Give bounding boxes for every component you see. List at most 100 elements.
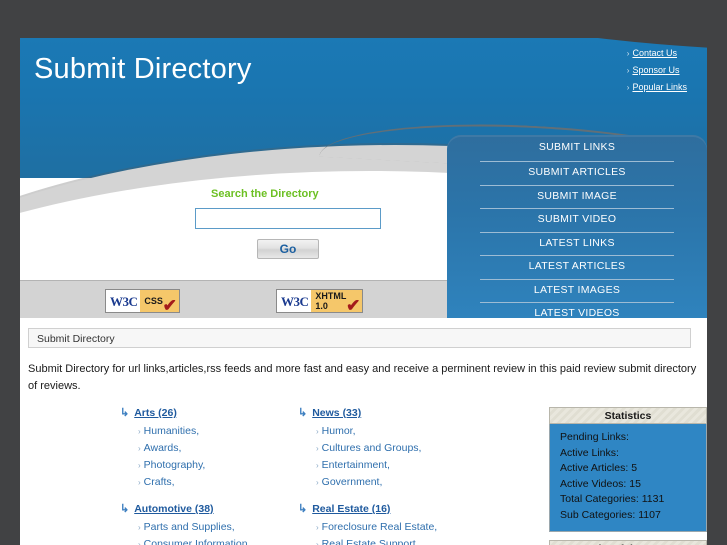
badge-spec-line1: XHTML bbox=[315, 291, 347, 301]
category-sub-label: Awards, bbox=[143, 442, 182, 454]
intro-paragraph: Submit Directory for url links,articles,… bbox=[28, 363, 697, 392]
site-header: Submit Directory › Contact Us › Sponsor Us… bbox=[20, 8, 707, 318]
menu-item-latest-links[interactable]: LATEST LINKS bbox=[480, 233, 674, 256]
menu-item-submit-articles[interactable]: SUBMIT ARTICLES bbox=[480, 162, 674, 186]
w3c-logo-text: W3C bbox=[106, 290, 141, 312]
checkmark-icon: ✔ bbox=[162, 296, 177, 313]
search-label: Search the Directory bbox=[211, 188, 319, 200]
w3c-css-badge[interactable]: W3C CSS ✔ bbox=[105, 289, 180, 313]
category-sub-label: Humor, bbox=[321, 425, 356, 437]
menu-item-latest-articles[interactable]: LATEST ARTICLES bbox=[480, 256, 674, 280]
chevron-right-icon: › bbox=[316, 523, 319, 532]
category-group-arts: ↳ Arts (26) › Humanities, › Awards, › Photog… bbox=[120, 406, 298, 491]
category-sub-link[interactable]: › Photography, bbox=[138, 457, 298, 474]
menu-item-submit-video[interactable]: SUBMIT VIDEO bbox=[480, 209, 674, 233]
top-link-label: Contact Us bbox=[632, 48, 677, 58]
chevron-right-icon: › bbox=[626, 66, 630, 75]
stat-active-articles: Active Articles: 5 bbox=[560, 462, 638, 474]
chevron-right-icon: › bbox=[138, 478, 141, 487]
category-heading-arts[interactable]: ↳ Arts (26) bbox=[120, 406, 298, 419]
category-sub-label: Crafts, bbox=[143, 476, 175, 488]
top-link-sponsor-us[interactable]: › Sponsor Us bbox=[627, 65, 687, 75]
category-sub-label: Real Estate Support, bbox=[321, 538, 419, 545]
menu-item-submit-links[interactable]: SUBMIT LINKS bbox=[480, 135, 674, 162]
chevron-right-icon: › bbox=[138, 427, 141, 436]
category-sub-link[interactable]: › Foreclosure Real Estate, bbox=[316, 519, 476, 536]
category-heading-label: Real Estate (16) bbox=[312, 503, 391, 515]
checkmark-icon: ✔ bbox=[346, 296, 361, 313]
top-link-popular-links[interactable]: › Popular Links bbox=[627, 82, 687, 92]
category-group-automotive: ↳ Automotive (38) › Parts and Supplies, › C… bbox=[120, 502, 298, 545]
badge-spec-line1: CSS bbox=[144, 296, 163, 306]
chevron-right-icon: › bbox=[138, 461, 141, 470]
category-column-2: ↳ News (33) › Humor, › Cultures and Groups,… bbox=[298, 406, 476, 545]
statistics-title: Statistics bbox=[549, 407, 707, 424]
top-link-contact-us[interactable]: › Contact Us bbox=[627, 48, 687, 58]
menu-item-latest-images[interactable]: LATEST IMAGES bbox=[480, 280, 674, 303]
top-link-label: Sponsor Us bbox=[632, 65, 680, 75]
w3c-xhtml-badge[interactable]: W3C XHTML 1.0 ✔ bbox=[276, 289, 364, 313]
search-go-button[interactable]: Go bbox=[257, 239, 319, 259]
top-link-label: Popular Links bbox=[632, 82, 687, 92]
category-sub-link[interactable]: › Humor, bbox=[316, 423, 476, 440]
category-heading-real-estate[interactable]: ↳ Real Estate (16) bbox=[298, 502, 476, 515]
category-sub-label: Cultures and Groups, bbox=[321, 442, 422, 454]
page-container: Submit Directory › Contact Us › Sponsor Us… bbox=[20, 8, 707, 545]
category-column-1: ↳ Arts (26) › Humanities, › Awards, › Photog… bbox=[120, 406, 298, 545]
category-columns: ↳ Arts (26) › Humanities, › Awards, › Photog… bbox=[120, 406, 540, 545]
category-sub-link[interactable]: › Entertainment, bbox=[316, 457, 476, 474]
stat-active-videos: Active Videos: 15 bbox=[560, 477, 641, 490]
stat-total-categories: Total Categories: 1131 bbox=[560, 493, 665, 505]
validator-badge-strip: W3C CSS ✔ W3C XHTML 1.0 ✔ bbox=[20, 280, 447, 318]
header-top-strip bbox=[20, 8, 707, 38]
category-sub-label: Government, bbox=[321, 476, 383, 488]
search-block: Search the Directory Go bbox=[195, 188, 425, 259]
arrow-hook-icon: ↳ bbox=[298, 503, 308, 515]
chevron-right-icon: › bbox=[316, 427, 319, 436]
badge-spec-css: CSS ✔ bbox=[140, 290, 179, 312]
arrow-hook-icon: ↳ bbox=[120, 407, 130, 419]
category-group-real-estate: ↳ Real Estate (16) › Foreclosure Real Esta… bbox=[298, 502, 476, 545]
chevron-right-icon: › bbox=[316, 444, 319, 453]
category-sub-label: Consumer Information, bbox=[143, 538, 251, 545]
category-group-news: ↳ News (33) › Humor, › Cultures and Groups,… bbox=[298, 406, 476, 491]
statistics-body: Pending Links: Active Links: Active Arti… bbox=[549, 424, 707, 532]
category-sub-link[interactable]: › Humanities, bbox=[138, 423, 298, 440]
arrow-hook-icon: ↳ bbox=[298, 407, 308, 419]
category-heading-automotive[interactable]: ↳ Automotive (38) bbox=[120, 502, 298, 515]
chevron-right-icon: › bbox=[316, 540, 319, 545]
chevron-right-icon: › bbox=[626, 83, 630, 92]
chevron-right-icon: › bbox=[138, 540, 141, 545]
category-sub-link[interactable]: › Parts and Supplies, bbox=[138, 519, 298, 536]
arrow-hook-icon: ↳ bbox=[120, 503, 130, 515]
page-title: Submit Directory bbox=[34, 53, 252, 85]
category-sub-link[interactable]: › Consumer Information, bbox=[138, 536, 298, 545]
stat-sub-categories: Sub Categories: 1107 bbox=[560, 508, 661, 521]
category-sub-label: Foreclosure Real Estate, bbox=[321, 521, 438, 533]
badge-spec-line2: 1.0 bbox=[315, 301, 328, 311]
search-input[interactable] bbox=[195, 208, 381, 229]
category-sub-link[interactable]: › Real Estate Support, bbox=[316, 536, 476, 545]
chevron-right-icon: › bbox=[138, 523, 141, 532]
badge-spec-xhtml: XHTML 1.0 ✔ bbox=[311, 290, 363, 313]
category-heading-news[interactable]: ↳ News (33) bbox=[298, 406, 476, 419]
stat-pending-links: Pending Links: bbox=[560, 431, 629, 443]
category-sub-link[interactable]: › Crafts, bbox=[138, 474, 298, 491]
breadcrumb: Submit Directory bbox=[28, 328, 691, 348]
menu-item-submit-image[interactable]: SUBMIT IMAGE bbox=[480, 186, 674, 209]
category-sub-label: Parts and Supplies, bbox=[143, 521, 235, 533]
category-sub-link[interactable]: › Cultures and Groups, bbox=[316, 440, 476, 457]
category-sub-link[interactable]: › Awards, bbox=[138, 440, 298, 457]
category-sub-link[interactable]: › Government, bbox=[316, 474, 476, 491]
category-sub-label: Entertainment, bbox=[321, 459, 390, 471]
category-heading-label: News (33) bbox=[312, 407, 362, 419]
category-sub-label: Photography, bbox=[143, 459, 206, 471]
category-sub-label: Humanities, bbox=[143, 425, 200, 437]
category-heading-label: Arts (26) bbox=[134, 407, 177, 419]
category-heading-label: Automotive (38) bbox=[134, 503, 214, 515]
menu-item-latest-videos[interactable]: LATEST VIDEOS bbox=[480, 303, 674, 318]
chevron-right-icon: › bbox=[626, 49, 630, 58]
statistics-box: Statistics Pending Links: Active Links: … bbox=[549, 407, 707, 532]
header-right-menu: SUBMIT LINKS SUBMIT ARTICLES SUBMIT IMAG… bbox=[447, 135, 707, 318]
chevron-right-icon: › bbox=[316, 461, 319, 470]
